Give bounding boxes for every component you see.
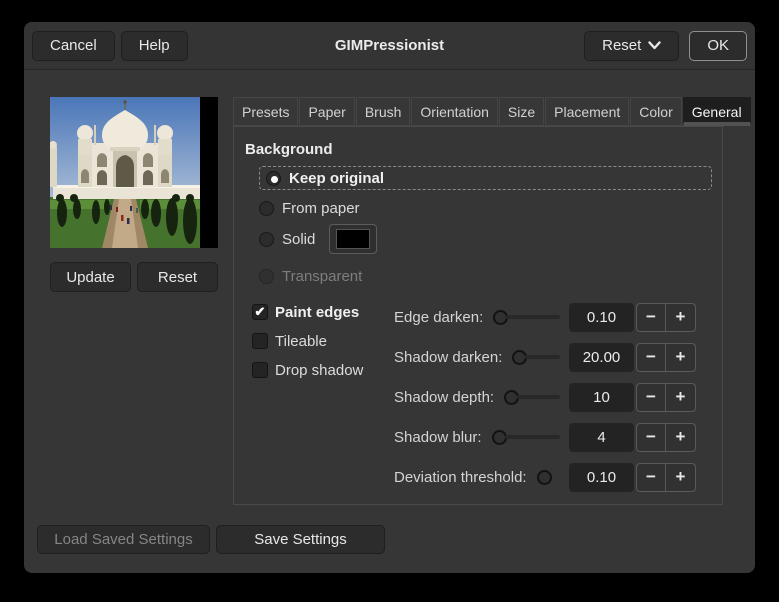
- slider-row-shadow-blur: Shadow blur: 4 − +: [394, 422, 696, 452]
- slider-label: Deviation threshold:: [394, 468, 527, 486]
- radio-label: Solid: [282, 230, 316, 248]
- plus-button[interactable]: +: [666, 422, 696, 452]
- help-button[interactable]: Help: [120, 30, 188, 61]
- plus-button[interactable]: +: [666, 382, 696, 412]
- preview-image: [50, 97, 218, 248]
- deviation-threshold-value-field[interactable]: 0.10: [569, 462, 634, 492]
- minus-button[interactable]: −: [636, 382, 666, 412]
- solid-color-swatch-button[interactable]: [329, 224, 378, 254]
- edge-darken-slider[interactable]: [493, 309, 560, 325]
- shadow-blur-value-field[interactable]: 4: [569, 422, 634, 452]
- radio-from-paper[interactable]: From paper: [259, 196, 360, 220]
- checkbox-drop-shadow[interactable]: Drop shadow: [252, 360, 363, 380]
- checkbox-label: Tileable: [275, 332, 327, 350]
- taj-mahal-preview-art: [50, 97, 200, 248]
- tab-presets[interactable]: Presets: [233, 97, 299, 126]
- checkbox-tileable[interactable]: Tileable: [252, 331, 327, 351]
- color-swatch: [336, 229, 371, 249]
- radio-button-icon: [259, 268, 274, 284]
- checkbox-empty-icon: [252, 362, 268, 378]
- ok-button[interactable]: OK: [689, 30, 747, 61]
- slider-knob[interactable]: [536, 469, 552, 485]
- radio-label: Transparent: [282, 267, 363, 285]
- chevron-down-icon: [648, 37, 662, 54]
- slider-track[interactable]: [504, 435, 560, 439]
- reset-menu-button[interactable]: Reset: [584, 30, 680, 61]
- tab-paper[interactable]: Paper: [299, 97, 355, 126]
- checkbox-label: Paint edges: [275, 303, 360, 321]
- plus-button[interactable]: +: [666, 342, 696, 372]
- save-settings-button[interactable]: Save Settings: [216, 525, 385, 554]
- minus-button[interactable]: −: [636, 462, 666, 492]
- shadow-depth-value-field[interactable]: 10: [569, 382, 634, 412]
- plus-button[interactable]: +: [666, 302, 696, 332]
- load-saved-settings-button: Load Saved Settings: [37, 525, 210, 554]
- tab-color[interactable]: Color: [630, 97, 682, 126]
- slider-label: Edge darken:: [394, 308, 484, 326]
- radio-keep-original[interactable]: Keep original: [259, 166, 712, 190]
- dialog-header: Cancel Help GIMPressionist Reset OK: [24, 22, 755, 70]
- checkbox-empty-icon: [252, 333, 268, 349]
- minus-button[interactable]: −: [636, 422, 666, 452]
- reset-preview-button[interactable]: Reset: [137, 262, 218, 292]
- shadow-darken-slider[interactable]: [512, 349, 560, 365]
- slider-row-deviation-threshold: Deviation threshold: 0.10 − +: [394, 462, 696, 492]
- notebook-tab-bar: Presets Paper Brush Orientation Size Pla…: [233, 97, 752, 126]
- slider-label: Shadow depth:: [394, 388, 495, 406]
- plus-button[interactable]: +: [666, 462, 696, 492]
- slider-row-shadow-depth: Shadow depth: 10 − +: [394, 382, 696, 412]
- slider-row-edge-darken: Edge darken: 0.10 − +: [394, 302, 696, 332]
- update-preview-button[interactable]: Update: [50, 262, 131, 292]
- edge-darken-value-field[interactable]: 0.10: [569, 302, 634, 332]
- gimpressionist-dialog: Cancel Help GIMPressionist Reset OK Upda…: [24, 22, 755, 573]
- deviation-threshold-slider[interactable]: [536, 469, 560, 485]
- tab-brush[interactable]: Brush: [355, 97, 411, 126]
- checkbox-checked-icon: ✔: [252, 304, 268, 320]
- cancel-button[interactable]: Cancel: [32, 30, 115, 61]
- general-tab-panel: Background Keep original From paper Soli…: [233, 126, 723, 505]
- shadow-depth-slider[interactable]: [504, 389, 560, 405]
- tab-placement[interactable]: Placement: [545, 97, 630, 126]
- reset-menu-label: Reset: [602, 37, 642, 54]
- slider-label: Shadow blur:: [394, 428, 482, 446]
- tab-general[interactable]: General: [682, 97, 751, 126]
- minus-button[interactable]: −: [636, 302, 666, 332]
- radio-label: From paper: [282, 199, 360, 217]
- shadow-blur-slider[interactable]: [491, 429, 560, 445]
- background-section-title: Background: [245, 141, 333, 158]
- radio-transparent: Transparent: [259, 264, 362, 288]
- slider-track[interactable]: [506, 315, 560, 319]
- tab-orientation[interactable]: Orientation: [411, 97, 498, 126]
- radio-solid[interactable]: Solid: [259, 224, 378, 254]
- radio-label: Keep original: [289, 169, 385, 187]
- minus-button[interactable]: −: [636, 342, 666, 372]
- tab-size[interactable]: Size: [498, 97, 545, 126]
- radio-button-icon: [259, 200, 274, 216]
- slider-track[interactable]: [525, 355, 560, 359]
- shadow-darken-value-field[interactable]: 20.00: [569, 342, 634, 372]
- slider-label: Shadow darken:: [394, 348, 503, 366]
- checkbox-paint-edges[interactable]: ✔ Paint edges: [252, 302, 359, 322]
- checkbox-label: Drop shadow: [275, 361, 364, 379]
- radio-button-icon: [259, 231, 274, 247]
- slider-row-shadow-darken: Shadow darken: 20.00 − +: [394, 342, 696, 372]
- radio-button-icon: [266, 170, 281, 186]
- slider-track[interactable]: [517, 395, 560, 399]
